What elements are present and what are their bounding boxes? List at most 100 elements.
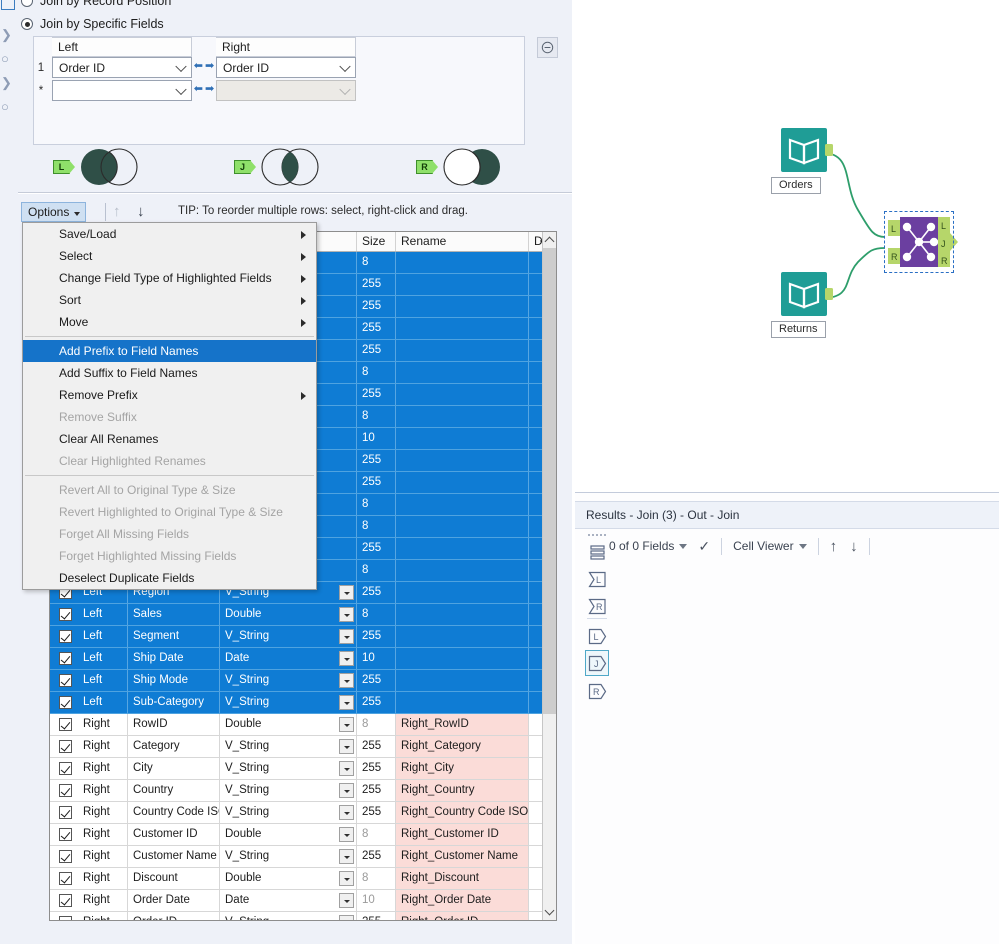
menu-item-change-field-type-of-highlighted-fields[interactable]: Change Field Type of Highlighted Fields	[23, 267, 316, 289]
cell-size[interactable]: 8	[357, 494, 396, 515]
menu-item-move[interactable]: Move	[23, 311, 316, 333]
cell-size[interactable]: 255	[357, 736, 396, 757]
column-header-rename[interactable]: Rename	[396, 232, 529, 251]
cell-size[interactable]: 255	[357, 450, 396, 471]
cell-rename[interactable]	[396, 472, 529, 493]
cell-rename[interactable]	[396, 626, 529, 647]
cell-size[interactable]: 255	[357, 318, 396, 339]
cell-rename[interactable]	[396, 604, 529, 625]
remove-join-row-button[interactable]	[537, 37, 558, 58]
table-row[interactable]: RightCountry Code ISOV_String255Right_Co…	[50, 802, 543, 824]
workflow-canvas[interactable]: L R L J R Orders Returns	[575, 0, 999, 492]
join-left-field-select-new[interactable]	[52, 80, 192, 101]
cell-size[interactable]: 8	[357, 868, 396, 889]
row-checkbox[interactable]	[59, 806, 72, 819]
table-row[interactable]: LeftShip DateDate10	[50, 648, 543, 670]
menu-item-select[interactable]: Select	[23, 245, 316, 267]
arrow-down-icon[interactable]: ↓	[137, 204, 145, 220]
cell-rename[interactable]	[396, 362, 529, 383]
cell-rename[interactable]	[396, 516, 529, 537]
cell-rename[interactable]: Right_Order ID	[396, 912, 529, 921]
menu-item-add-suffix-to-field-names[interactable]: Add Suffix to Field Names	[23, 362, 316, 384]
all-records-button[interactable]	[585, 539, 609, 565]
cell-size[interactable]: 8	[357, 252, 396, 273]
cell-rename[interactable]: Right_Country	[396, 780, 529, 801]
rail-chevron-icon-2[interactable]: ❯	[1, 76, 14, 89]
cell-size[interactable]: 255	[357, 384, 396, 405]
menu-item-save-load[interactable]: Save/Load	[23, 223, 316, 245]
row-checkbox[interactable]	[59, 762, 72, 775]
cell-size[interactable]: 10	[357, 648, 396, 669]
row-checkbox[interactable]	[59, 718, 72, 731]
options-dropdown-menu[interactable]: Save/LoadSelectChange Field Type of High…	[22, 222, 317, 590]
scrollbar-thumb[interactable]	[543, 248, 556, 714]
cell-rename[interactable]	[396, 406, 529, 427]
rail-circle-icon-1[interactable]: ○	[1, 52, 14, 65]
join-output-button[interactable]: J	[585, 650, 609, 676]
type-dropdown-button[interactable]	[339, 673, 354, 688]
cell-rename[interactable]	[396, 384, 529, 405]
cell-rename[interactable]	[396, 538, 529, 559]
checkmark-icon[interactable]: ✓	[698, 538, 710, 555]
venn-left[interactable]: L	[53, 147, 143, 187]
venn-join[interactable]: J	[234, 147, 324, 187]
join-tool-selection-outline[interactable]	[884, 211, 954, 273]
type-dropdown-button[interactable]	[339, 607, 354, 622]
row-checkbox[interactable]	[59, 850, 72, 863]
row-checkbox[interactable]	[59, 894, 72, 907]
type-dropdown-button[interactable]	[339, 783, 354, 798]
cell-rename[interactable]: Right_Category	[396, 736, 529, 757]
type-dropdown-button[interactable]	[339, 739, 354, 754]
table-row[interactable]: RightCustomer NameV_String255Right_Custo…	[50, 846, 543, 868]
arrow-up-icon[interactable]: ↑	[830, 538, 838, 555]
table-row[interactable]: RightDiscountDouble8Right_Discount	[50, 868, 543, 890]
scroll-down-button[interactable]	[543, 904, 556, 920]
cell-size[interactable]: 10	[357, 428, 396, 449]
orders-node-label[interactable]: Orders	[771, 177, 821, 194]
cell-viewer-selector[interactable]: Cell Viewer	[733, 539, 806, 553]
cell-size[interactable]: 255	[357, 340, 396, 361]
cell-size[interactable]: 10	[357, 890, 396, 911]
cell-rename[interactable]	[396, 670, 529, 691]
type-dropdown-button[interactable]	[339, 717, 354, 732]
table-row[interactable]: RightOrder DateDate10Right_Order Date	[50, 890, 543, 912]
options-button[interactable]: Options	[21, 202, 86, 222]
table-vertical-scrollbar[interactable]	[542, 232, 556, 920]
cell-rename[interactable]	[396, 318, 529, 339]
cell-size[interactable]: 255	[357, 780, 396, 801]
menu-item-clear-all-renames[interactable]: Clear All Renames	[23, 428, 316, 450]
cell-size[interactable]: 255	[357, 626, 396, 647]
row-checkbox[interactable]	[59, 608, 72, 621]
cell-rename[interactable]	[396, 428, 529, 449]
cell-size[interactable]: 8	[357, 714, 396, 735]
row-checkbox[interactable]	[59, 740, 72, 753]
menu-item-remove-prefix[interactable]: Remove Prefix	[23, 384, 316, 406]
cell-rename[interactable]: Right_Discount	[396, 868, 529, 889]
rail-chevron-icon-1[interactable]: ❯	[1, 28, 14, 41]
type-dropdown-button[interactable]	[339, 915, 354, 921]
cell-rename[interactable]: Right_Customer ID	[396, 824, 529, 845]
cell-size[interactable]: 255	[357, 296, 396, 317]
cell-rename[interactable]: Right_Order Date	[396, 890, 529, 911]
cell-rename[interactable]: Right_Customer Name	[396, 846, 529, 867]
type-dropdown-button[interactable]	[339, 805, 354, 820]
type-dropdown-button[interactable]	[339, 629, 354, 644]
row-checkbox[interactable]	[59, 652, 72, 665]
rail-circle-icon-2[interactable]: ○	[1, 100, 14, 113]
menu-item-sort[interactable]: Sort	[23, 289, 316, 311]
row-checkbox[interactable]	[59, 784, 72, 797]
cell-size[interactable]: 255	[357, 472, 396, 493]
table-row[interactable]: LeftSalesDouble8	[50, 604, 543, 626]
cell-size[interactable]: 8	[357, 406, 396, 427]
arrow-up-icon[interactable]: ↑	[113, 204, 121, 220]
cell-size[interactable]: 8	[357, 560, 396, 581]
cell-rename[interactable]: Right_Country Code ISO	[396, 802, 529, 823]
cell-size[interactable]: 8	[357, 604, 396, 625]
table-row[interactable]: RightRowIDDouble8Right_RowID	[50, 714, 543, 736]
right-output-button[interactable]: R	[585, 678, 609, 704]
arrow-left-icon[interactable]: ⬅	[194, 60, 203, 72]
table-row[interactable]: RightCustomer IDDouble8Right_Customer ID	[50, 824, 543, 846]
radio-join-by-specific-fields[interactable]: Join by Specific Fields	[21, 17, 164, 31]
cell-rename[interactable]: Right_City	[396, 758, 529, 779]
cell-size[interactable]: 255	[357, 758, 396, 779]
